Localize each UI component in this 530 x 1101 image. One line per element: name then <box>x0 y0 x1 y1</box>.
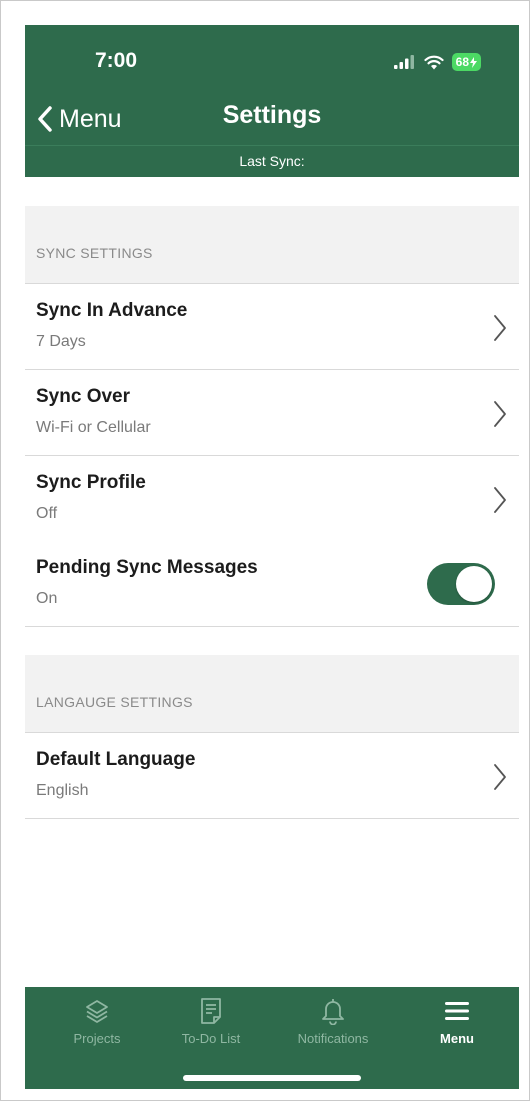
screenshot-frame: 7:00 68 Settings Menu Last Sync: SYNC SE… <box>0 0 530 1101</box>
setting-value: On <box>36 590 58 607</box>
tab-label: Notifications <box>297 1031 369 1046</box>
setting-title: Default Language <box>36 749 196 770</box>
setting-title: Sync Over <box>36 386 130 407</box>
setting-row-sync-in-advance[interactable]: Sync In Advance 7 Days <box>25 284 519 370</box>
charging-bolt-icon <box>470 56 477 68</box>
setting-row-sync-profile[interactable]: Sync Profile Off <box>25 456 519 542</box>
back-label: Menu <box>59 104 122 133</box>
wifi-icon <box>424 55 444 69</box>
cellular-signal-icon <box>393 55 414 69</box>
back-button[interactable]: Menu <box>37 99 122 139</box>
tab-label: Projects <box>73 1031 121 1046</box>
chevron-right-icon <box>494 764 506 790</box>
document-list-icon <box>201 998 221 1024</box>
bottom-tab-bar: Projects To-Do List Notifications Menu <box>25 987 519 1089</box>
tab-label: Menu <box>440 1031 474 1046</box>
app-header: 7:00 68 Settings Menu Last Sync: <box>25 25 519 177</box>
tab-label: To-Do List <box>181 1031 241 1046</box>
setting-value: Wi-Fi or Cellular <box>36 419 151 436</box>
status-time: 7:00 <box>95 49 138 72</box>
pending-sync-toggle[interactable] <box>427 563 495 605</box>
setting-title: Sync Profile <box>36 472 146 493</box>
setting-row-default-language[interactable]: Default Language English <box>25 733 519 819</box>
battery-level: 68 <box>455 55 469 69</box>
battery-indicator: 68 <box>451 53 481 71</box>
tab-notifications[interactable]: Notifications <box>291 987 375 1057</box>
status-icons: 68 <box>393 52 481 72</box>
phone-screen: 7:00 68 Settings Menu Last Sync: SYNC SE… <box>25 25 519 1089</box>
chevron-left-icon <box>38 106 52 132</box>
setting-title: Pending Sync Messages <box>36 557 258 578</box>
home-indicator <box>183 1075 361 1081</box>
section-header-label: SYNC SETTINGS <box>36 245 153 261</box>
toggle-knob <box>456 566 492 602</box>
bell-icon <box>322 999 344 1025</box>
layers-icon <box>86 1000 108 1023</box>
chevron-right-icon <box>494 401 506 427</box>
chevron-right-icon <box>494 487 506 513</box>
chevron-right-icon <box>494 315 506 341</box>
setting-row-pending-sync-messages: Pending Sync Messages On <box>25 541 519 627</box>
tab-menu[interactable]: Menu <box>427 987 487 1057</box>
hamburger-menu-icon <box>445 1002 469 1020</box>
setting-value: Off <box>36 505 58 522</box>
setting-title: Sync In Advance <box>36 300 188 321</box>
status-bar: 7:00 68 <box>25 25 519 95</box>
navigation-bar: Settings Menu <box>25 95 519 145</box>
tab-projects[interactable]: Projects <box>61 987 133 1057</box>
section-header-language-settings: LANGAUGE SETTINGS <box>25 655 519 733</box>
setting-value: English <box>36 782 89 799</box>
section-header-sync-settings: SYNC SETTINGS <box>25 206 519 284</box>
last-sync-label: Last Sync: <box>25 145 519 177</box>
setting-value: 7 Days <box>36 333 86 350</box>
section-header-label: LANGAUGE SETTINGS <box>36 694 193 710</box>
tab-to-do-list[interactable]: To-Do List <box>175 987 247 1057</box>
setting-row-sync-over[interactable]: Sync Over Wi-Fi or Cellular <box>25 370 519 456</box>
